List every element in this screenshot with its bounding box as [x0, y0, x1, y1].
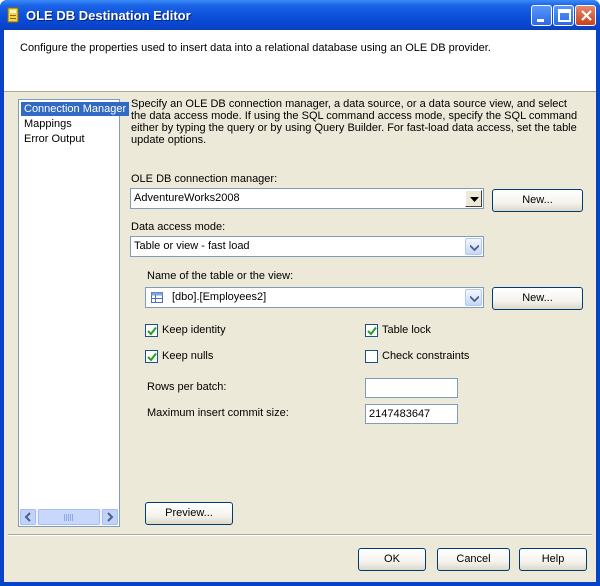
scroll-right-button[interactable]	[102, 509, 118, 525]
max-commit-size-input[interactable]	[366, 405, 457, 423]
horizontal-scrollbar[interactable]	[20, 509, 118, 525]
preview-button[interactable]: Preview...	[145, 502, 233, 525]
rows-per-batch-label: Rows per batch:	[147, 381, 227, 393]
close-icon	[581, 10, 592, 21]
connection-manager-label: OLE DB connection manager:	[131, 173, 278, 185]
keep-identity-label[interactable]: Keep identity	[162, 324, 226, 336]
title-bar[interactable]: OLE DB Destination Editor	[0, 0, 600, 30]
minimize-icon	[537, 19, 544, 22]
scroll-thumb[interactable]	[38, 509, 100, 525]
keep-nulls-label[interactable]: Keep nulls	[162, 350, 213, 362]
page-description: Specify an OLE DB connection manager, a …	[131, 98, 578, 146]
chevron-left-icon	[24, 512, 31, 522]
keep-identity-checkbox[interactable]	[145, 324, 158, 337]
new-table-button[interactable]: New...	[492, 287, 583, 310]
sidebar-item-mappings[interactable]: Mappings	[21, 117, 75, 131]
connection-manager-select[interactable]: AdventureWorks2008	[130, 188, 484, 209]
checkmark-icon	[147, 352, 157, 362]
cancel-button[interactable]: Cancel	[437, 548, 510, 571]
rows-per-batch-field[interactable]	[365, 378, 458, 398]
footer-divider	[8, 534, 592, 536]
ssis-component-icon	[7, 7, 19, 23]
scroll-left-button[interactable]	[20, 509, 36, 525]
new-connection-button[interactable]: New...	[492, 189, 583, 212]
check-constraints-checkbox[interactable]	[365, 350, 378, 363]
table-name-value: [dbo].[Employees2]	[172, 291, 267, 303]
chevron-down-icon	[470, 296, 479, 302]
sidebar-item-error-output[interactable]: Error Output	[21, 132, 88, 146]
checkmark-icon	[147, 326, 157, 336]
ok-button[interactable]: OK	[358, 548, 426, 571]
connection-manager-value: AdventureWorks2008	[134, 192, 240, 204]
table-name-label: Name of the table or the view:	[147, 270, 294, 282]
sidebar-item-connection-manager[interactable]: Connection Manager	[21, 102, 130, 116]
table-name-select[interactable]: [dbo].[Employees2]	[145, 287, 484, 308]
header-panel: Configure the properties used to insert …	[4, 30, 596, 92]
dialog-window: OLE DB Destination Editor Configure the …	[0, 0, 600, 586]
close-button[interactable]	[575, 5, 596, 26]
table-lock-label[interactable]: Table lock	[382, 324, 431, 336]
data-access-mode-select[interactable]: Table or view - fast load	[130, 236, 484, 257]
chevron-down-icon	[470, 197, 479, 202]
minimize-button[interactable]	[531, 5, 552, 26]
chevron-right-icon	[107, 512, 114, 522]
page-list: Connection Manager Mappings Error Output	[18, 99, 130, 527]
table-lock-checkbox[interactable]	[365, 324, 378, 337]
access-dropdown-button[interactable]	[465, 238, 482, 255]
dialog-client-area: Configure the properties used to insert …	[4, 30, 596, 582]
data-access-mode-value: Table or view - fast load	[134, 240, 250, 252]
maximize-icon	[558, 9, 571, 22]
table-dropdown-button[interactable]	[465, 289, 482, 306]
header-description: Configure the properties used to insert …	[20, 42, 491, 54]
help-button[interactable]: Help	[519, 548, 587, 571]
rows-per-batch-input[interactable]	[366, 379, 457, 397]
connection-dropdown-button[interactable]	[465, 190, 482, 207]
window-title: OLE DB Destination Editor	[26, 8, 191, 23]
max-commit-size-label: Maximum insert commit size:	[147, 407, 289, 419]
max-commit-size-field[interactable]	[365, 404, 458, 424]
data-access-mode-label: Data access mode:	[131, 221, 226, 233]
maximize-button[interactable]	[553, 5, 574, 26]
chevron-down-icon	[470, 245, 479, 251]
table-icon	[151, 292, 163, 303]
grip-icon	[64, 514, 74, 521]
keep-nulls-checkbox[interactable]	[145, 350, 158, 363]
check-constraints-label[interactable]: Check constraints	[382, 350, 469, 362]
checkmark-icon	[367, 326, 377, 336]
